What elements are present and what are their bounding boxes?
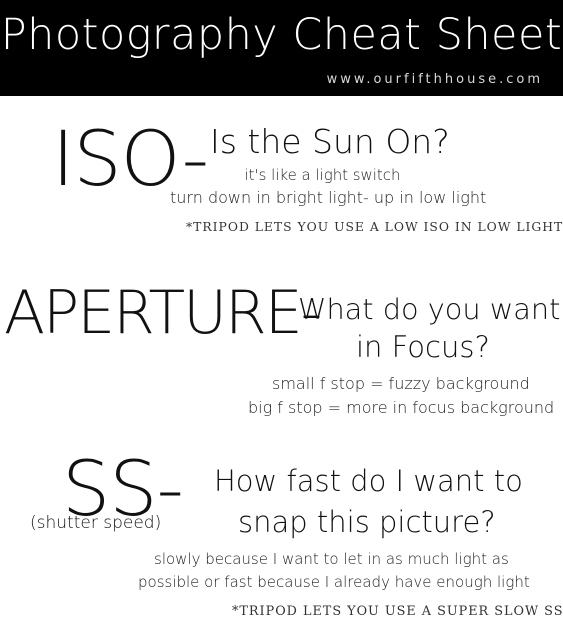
ss-line-2: possible or fast because I already have …	[138, 573, 530, 591]
iso-tip: *TRIPOD LETS YOU USE A LOW ISO IN LOW LI…	[186, 220, 563, 234]
ss-line-1: slowly because I want to let in as much …	[154, 550, 509, 568]
ss-subtitle: (shutter speed)	[30, 513, 162, 533]
ss-question-line-2: snap this picture?	[238, 505, 496, 539]
ss-tip: *TRIPOD LETS YOU USE A SUPER SLOW SS	[232, 604, 563, 619]
iso-line-2: turn down in bright light- up in low lig…	[170, 188, 487, 207]
aperture-term: APERTURE-	[4, 278, 322, 348]
aperture-question-line-1: What do you want	[298, 292, 561, 326]
aperture-question-line-2: in Focus?	[356, 330, 490, 364]
page-title: Photography Cheat Sheet	[0, 10, 563, 60]
aperture-line-1: small f stop = fuzzy background	[272, 374, 530, 393]
aperture-line-2: big f stop = more in focus background	[248, 398, 555, 417]
ss-question-line-1: How fast do I want to	[214, 464, 523, 498]
iso-question: Is the Sun On?	[210, 122, 450, 161]
iso-line-1: it's like a light switch	[244, 166, 401, 184]
site-url: www.ourfifthhouse.com	[326, 72, 543, 87]
